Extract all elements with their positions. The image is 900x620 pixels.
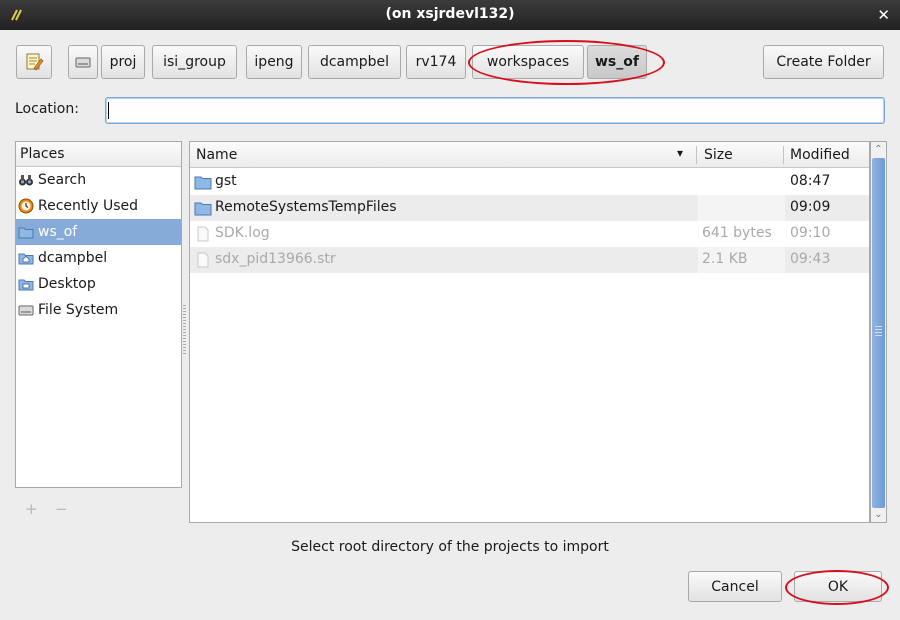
- place-label: ws_of: [38, 224, 78, 240]
- file-modified: 08:47: [790, 173, 831, 189]
- drive-icon: [75, 57, 91, 68]
- dialog-message: Select root directory of the projects to…: [291, 539, 609, 555]
- thumb-grip: [875, 326, 882, 336]
- place-file-system[interactable]: File System: [16, 297, 181, 323]
- place-label: Desktop: [38, 276, 96, 292]
- pane-splitter-grip[interactable]: [183, 305, 186, 355]
- title-bar: (on xsjrdevl132) ✕: [0, 0, 900, 30]
- remove-bookmark-button[interactable]: −: [55, 500, 68, 518]
- file-modified: 09:09: [790, 199, 831, 215]
- file-size: 641 bytes: [702, 225, 772, 241]
- file-modified: 09:43: [790, 251, 831, 267]
- places-panel: Places Search Recently Used ws_of dcampb…: [15, 141, 182, 488]
- size-cell: [698, 169, 785, 195]
- file-name: RemoteSystemsTempFiles: [215, 199, 397, 215]
- place-desktop[interactable]: Desktop: [16, 271, 181, 297]
- file-row-sdx-pid13966-str[interactable]: sdx_pid13966.str 2.1 KB 09:43: [190, 247, 869, 273]
- file-list-scrollbar[interactable]: ⌃ ⌄: [870, 141, 887, 523]
- scrollbar-thumb[interactable]: [872, 158, 885, 508]
- place-label: File System: [38, 302, 119, 318]
- column-size-header[interactable]: Size: [704, 147, 733, 163]
- places-header[interactable]: Places: [16, 142, 181, 167]
- file-row-sdk-log[interactable]: SDK.log 641 bytes 09:10: [190, 221, 869, 247]
- file-icon: [197, 252, 209, 268]
- binoculars-icon: [19, 175, 33, 186]
- window-title: (on xsjrdevl132): [385, 6, 515, 22]
- close-icon[interactable]: ✕: [877, 6, 890, 24]
- scroll-down-icon[interactable]: ⌄: [873, 509, 884, 520]
- location-label: Location:: [15, 101, 79, 117]
- breadcrumb-isi-group[interactable]: isi_group: [152, 45, 237, 79]
- file-row-gst[interactable]: gst 08:47: [190, 169, 869, 195]
- breadcrumb-ipeng[interactable]: ipeng: [246, 45, 302, 79]
- file-row-remotesystemstempfiles[interactable]: RemoteSystemsTempFiles 09:09: [190, 195, 869, 221]
- home-folder-icon: [18, 253, 34, 265]
- folder-icon: [194, 176, 212, 190]
- scroll-up-icon[interactable]: ⌃: [873, 144, 884, 155]
- folder-icon: [194, 202, 212, 216]
- file-name: gst: [215, 173, 237, 189]
- sort-descending-icon: ▾: [677, 146, 684, 160]
- cancel-button[interactable]: Cancel: [688, 571, 782, 602]
- file-name: sdx_pid13966.str: [215, 251, 336, 267]
- places-toolbar: + −: [15, 492, 182, 522]
- add-bookmark-button[interactable]: +: [25, 500, 38, 518]
- breadcrumb-ws-of[interactable]: ws_of: [587, 45, 647, 79]
- breadcrumb-workspaces[interactable]: workspaces: [472, 45, 584, 79]
- folder-icon: [18, 227, 34, 239]
- file-list: Name ▾ Size Modified gst 08:47 RemoteSys…: [189, 141, 870, 523]
- place-recently-used[interactable]: Recently Used: [16, 193, 181, 219]
- type-location-toggle-button[interactable]: [16, 45, 52, 79]
- breadcrumb-root-button[interactable]: [68, 45, 98, 79]
- place-label: dcampbel: [38, 250, 108, 266]
- file-size: 2.1 KB: [702, 251, 748, 267]
- size-cell: [698, 195, 785, 221]
- file-modified: 09:10: [790, 225, 831, 241]
- place-dcampbel[interactable]: dcampbel: [16, 245, 181, 271]
- file-list-header: Name ▾ Size Modified: [190, 142, 869, 168]
- desktop-folder-icon: [18, 279, 34, 291]
- breadcrumb-proj[interactable]: proj: [101, 45, 145, 79]
- file-name: SDK.log: [215, 225, 270, 241]
- column-modified-header[interactable]: Modified: [790, 147, 850, 163]
- column-name-header[interactable]: Name: [196, 147, 237, 163]
- file-icon: [197, 226, 209, 242]
- breadcrumb-dcampbel[interactable]: dcampbel: [308, 45, 401, 79]
- text-caret: [108, 102, 109, 119]
- edit-note-icon: [26, 53, 44, 71]
- recent-icon: [18, 198, 34, 214]
- place-label: Search: [38, 172, 87, 188]
- drive-icon: [18, 305, 34, 316]
- location-input[interactable]: [105, 97, 885, 124]
- column-separator[interactable]: [696, 146, 697, 164]
- place-ws-of[interactable]: ws_of: [16, 219, 181, 245]
- ok-button[interactable]: OK: [794, 571, 882, 602]
- breadcrumb-rv174[interactable]: rv174: [406, 45, 466, 79]
- place-label: Recently Used: [38, 198, 139, 214]
- place-search[interactable]: Search: [16, 167, 181, 193]
- column-separator[interactable]: [783, 146, 784, 164]
- create-folder-button[interactable]: Create Folder: [763, 45, 884, 79]
